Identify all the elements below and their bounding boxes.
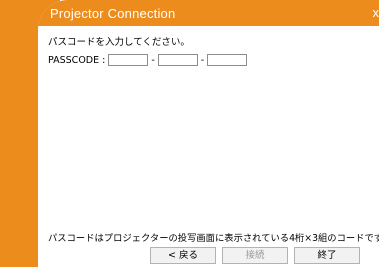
passcode-note: パスコードはプロジェクターの投写画面に表示されている4桁×3組のコードです。	[48, 233, 379, 244]
window-title: Projector Connection	[50, 6, 176, 21]
title-bar: Projector Connection x	[38, 0, 379, 26]
passcode-field-1[interactable]	[108, 54, 149, 66]
back-button[interactable]: < 戻る	[150, 247, 216, 264]
instruction-text: パスコードを入力してください。	[48, 37, 190, 48]
finish-button[interactable]: 終了	[294, 247, 360, 264]
passcode-row: PASSCODE : - -	[48, 53, 248, 67]
passcode-separator-2: -	[200, 54, 205, 66]
connect-button[interactable]: 接続	[222, 247, 288, 264]
passcode-separator-1: -	[151, 54, 155, 66]
close-icon[interactable]: x	[373, 5, 379, 20]
passcode-label: PASSCODE :	[48, 54, 106, 66]
passcode-field-2[interactable]	[157, 54, 198, 66]
projector-connection-dialog: Projector Connection x パスコードを入力してください。 P…	[38, 0, 379, 267]
passcode-field-3[interactable]	[207, 54, 248, 66]
